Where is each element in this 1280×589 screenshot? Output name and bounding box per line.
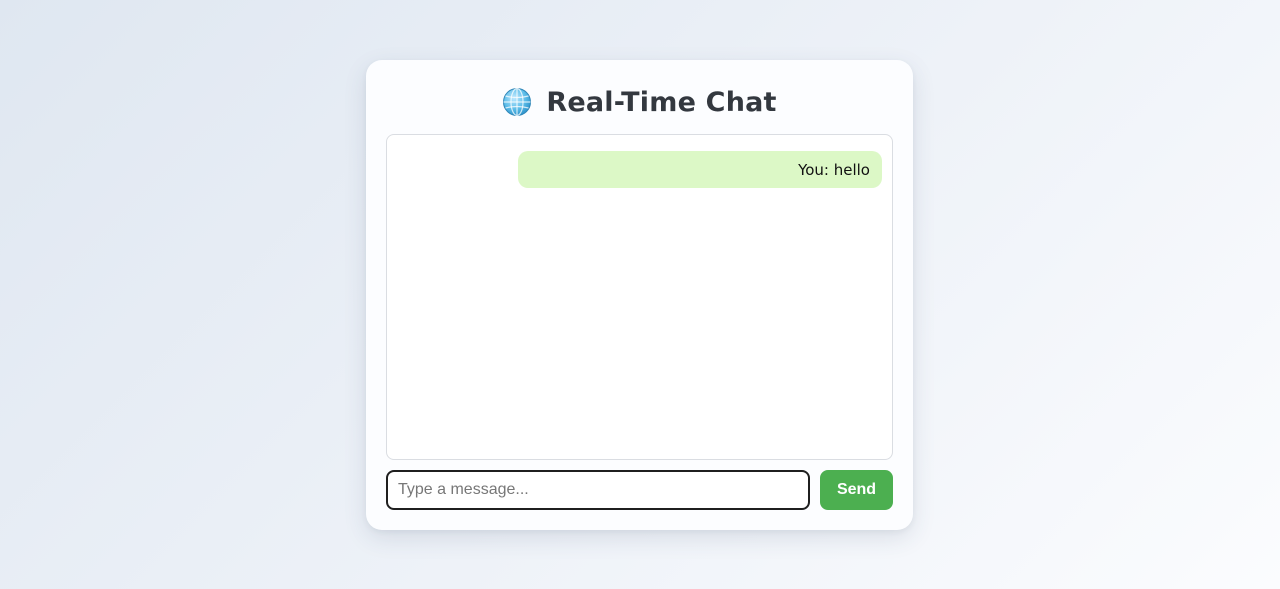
message-bubble-own: You: hello: [518, 151, 882, 188]
message-input[interactable]: [386, 470, 810, 510]
page-title: Real-Time Chat: [546, 86, 777, 118]
message-list[interactable]: You: hello: [386, 134, 893, 460]
chat-card: Real-Time Chat You: hello Send: [366, 60, 913, 530]
composer: Send: [386, 470, 893, 510]
globe-icon: [502, 87, 532, 117]
chat-header: Real-Time Chat: [366, 84, 913, 120]
send-button[interactable]: Send: [820, 470, 893, 510]
